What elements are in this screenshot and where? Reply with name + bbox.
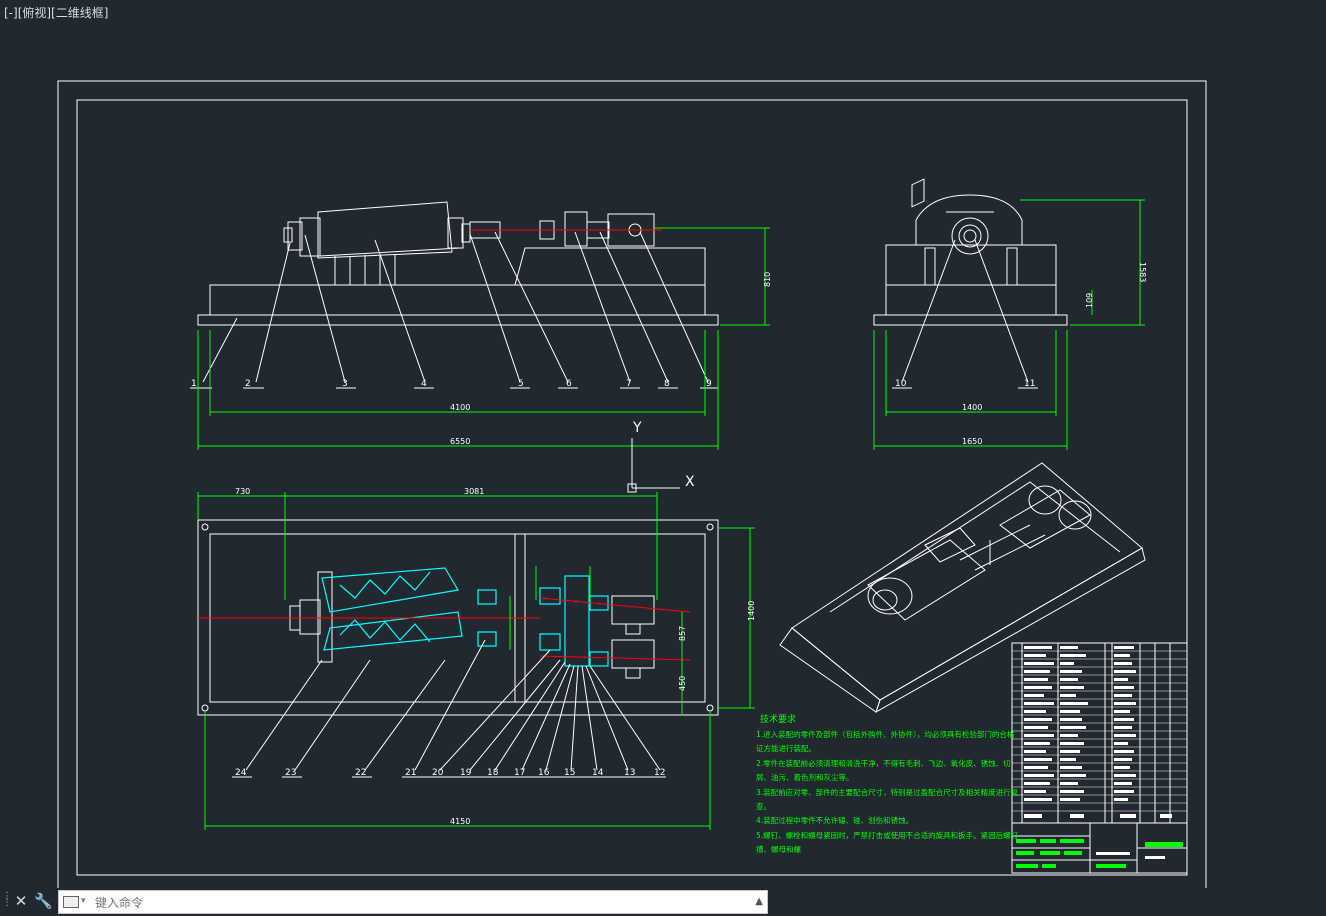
- tech-line-8: 5.螺钉、螺栓和螺母紧固时，严禁打击或使用不合适的旋具和扳手。紧固后螺钉: [756, 830, 1019, 840]
- balloon-11: 11: [1024, 379, 1035, 389]
- tech-line-7: 4.装配过程中零件不允许磕、碰、划伤和锈蚀。: [756, 815, 913, 825]
- tech-line-4: 屑、油污、着色剂和灰尘等。: [756, 772, 854, 782]
- dim-plan-right: 1400: [747, 601, 756, 621]
- command-prompt-icon[interactable]: [63, 896, 79, 908]
- dim-side-total: 1650: [962, 437, 982, 446]
- plan-leaders: [245, 639, 661, 771]
- side-view: [873, 194, 1068, 326]
- ucs-y-label: Y: [632, 420, 642, 436]
- command-history-up-icon[interactable]: ▲: [755, 896, 763, 907]
- dim-plan-bottom: 4150: [450, 817, 470, 826]
- side-leaders: [892, 239, 1038, 389]
- drawing-canvas[interactable]: 1 2 3 4 5 6 7 8 9 4100 6550 810 10 11 14…: [0, 0, 1326, 888]
- command-bar: ⋮⋮ ✕ 🔧 ▾ ▲: [0, 888, 770, 916]
- chevron-down-icon[interactable]: ▾: [81, 896, 86, 906]
- tech-line-5: 3.装配前应对零、部件的主要配合尺寸，特别是过盈配合尺寸及相关精度进行复: [756, 787, 1019, 797]
- plan-section-cyan: [321, 567, 609, 667]
- command-input-box[interactable]: ▾ ▲: [58, 890, 768, 914]
- bom-rows: [1012, 650, 1187, 812]
- title-block-white: [1096, 852, 1165, 859]
- plan-centerline-2: [539, 597, 691, 613]
- tech-line-9: 槽、螺母和螺: [756, 844, 801, 854]
- front-leaders: [202, 231, 709, 383]
- dim-plan-top-right: 3081: [464, 487, 484, 496]
- tech-title: 技术要求: [760, 713, 796, 725]
- dim-plan-low: 450: [678, 676, 687, 691]
- dim-front-total: 6550: [450, 437, 470, 446]
- tech-line-3: 2.零件在装配前必须清理和清洗干净，不得有毛刺、飞边、氧化皮、锈蚀、切: [756, 758, 1011, 768]
- dim-side-small: 109: [1085, 293, 1094, 308]
- front-dimensions: [197, 227, 770, 450]
- dim-side-height: 1583: [1138, 262, 1147, 282]
- wrench-icon[interactable]: 🔧: [34, 892, 53, 910]
- balloon-10: 10: [895, 379, 907, 389]
- bom-text-marks: [1024, 646, 1172, 818]
- dim-front-length: 4100: [450, 403, 470, 412]
- dim-plan-mid: 857: [678, 626, 687, 641]
- plan-dimensions: [197, 492, 755, 830]
- technical-requirements: 技术要求 1.进入装配的零件及部件（包括外购件、外协件），均必须具有检验部门的合…: [756, 713, 1019, 854]
- ucs-x-label: X: [685, 474, 695, 490]
- close-icon[interactable]: ✕: [12, 892, 30, 910]
- plan-centerline-3: [539, 655, 691, 661]
- tech-line-2: 证方能进行装配。: [756, 743, 816, 753]
- dim-side-width: 1400: [962, 403, 982, 412]
- dim-plan-top-left: 730: [235, 487, 250, 496]
- front-view: [197, 201, 719, 326]
- tech-line-6: 查。: [756, 801, 771, 811]
- command-input[interactable]: [93, 893, 737, 913]
- dim-front-height: 810: [763, 272, 772, 287]
- command-bar-grip[interactable]: ⋮ ⋮: [2, 892, 12, 912]
- tech-line-1: 1.进入装配的零件及部件（包括外购件、外协件），均必须具有检验部门的合格: [756, 729, 1015, 739]
